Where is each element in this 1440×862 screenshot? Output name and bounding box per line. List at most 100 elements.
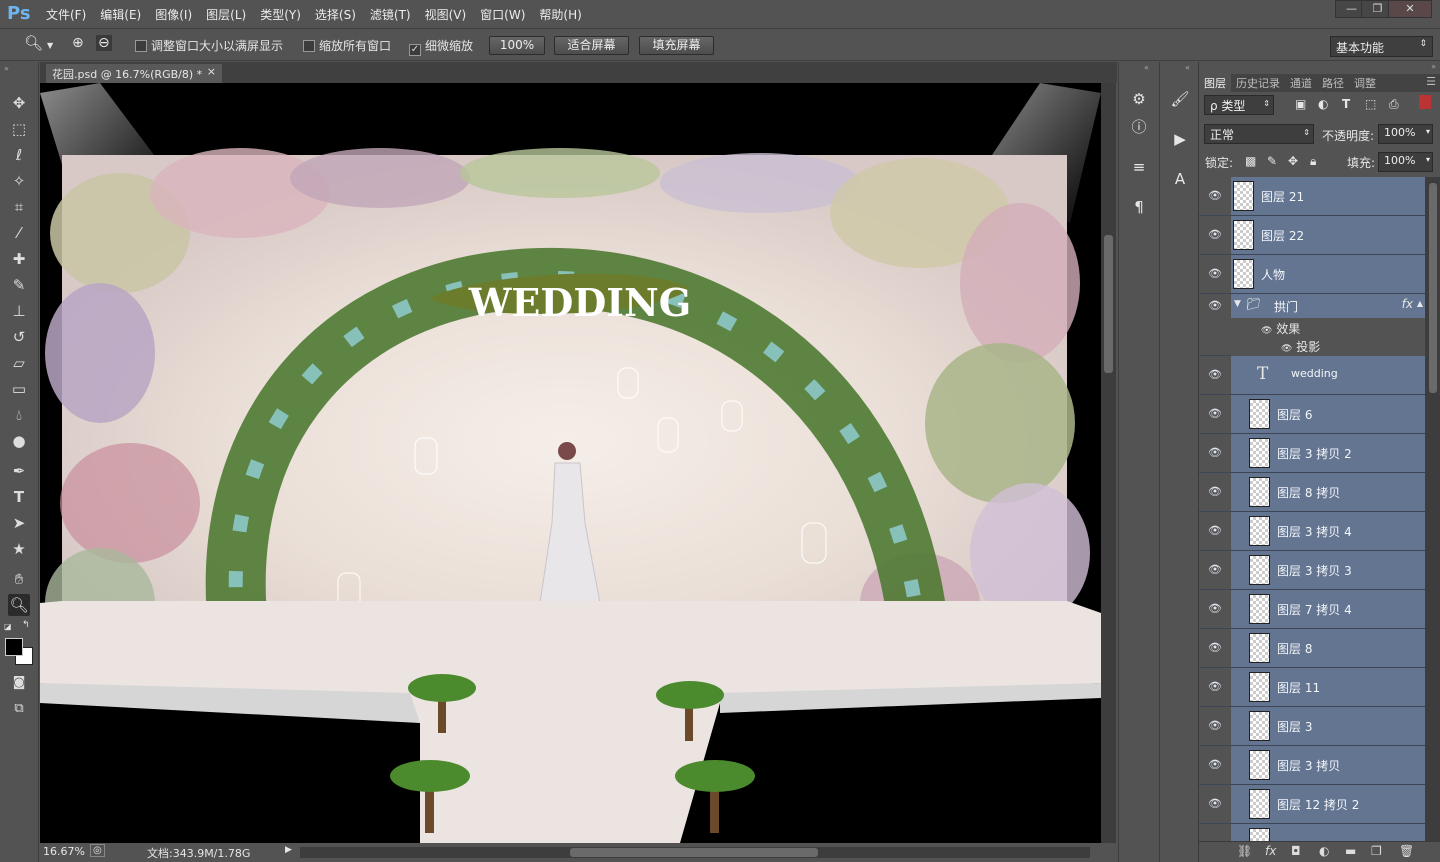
filter-adjustment-icon[interactable]: ◐ bbox=[1318, 97, 1328, 111]
drop-shadow-eye-icon[interactable]: 👁︎ bbox=[1281, 344, 1292, 354]
visibility-eye-icon[interactable]: 👁︎ bbox=[1208, 641, 1222, 654]
layer-row[interactable]: 👁︎ 人物 bbox=[1199, 255, 1425, 294]
visibility-eye-icon[interactable]: 👁︎ bbox=[1208, 446, 1222, 459]
canvas-area[interactable]: WEDDING bbox=[40, 83, 1101, 843]
opacity-arrow-icon[interactable]: ▾ bbox=[1426, 127, 1430, 136]
menu-edit[interactable]: 编辑(E) bbox=[100, 6, 141, 23]
filter-smart-object-icon[interactable]: ⎙ bbox=[1389, 97, 1399, 112]
pen-tool-icon[interactable]: ✒ bbox=[8, 460, 30, 482]
blend-mode-select[interactable]: 正常 ⇕ bbox=[1204, 124, 1314, 144]
menu-select[interactable]: 选择(S) bbox=[315, 6, 356, 23]
scrubby-zoom-option[interactable]: ✓ 细微缩放 bbox=[409, 37, 473, 56]
menu-view[interactable]: 视图(V) bbox=[425, 6, 467, 23]
character-icon[interactable]: A bbox=[1169, 168, 1191, 190]
layer-row[interactable]: 👁︎ 图层 11 bbox=[1199, 668, 1425, 707]
tab-layers[interactable]: 图层 bbox=[1199, 74, 1231, 92]
visibility-eye-icon[interactable]: 👁︎ bbox=[1208, 189, 1222, 202]
eraser-tool-icon[interactable]: ▱ bbox=[8, 352, 30, 374]
zoom-tool-icon[interactable]: 🔍︎ bbox=[24, 34, 43, 52]
lasso-tool-icon[interactable]: ℓ bbox=[8, 144, 30, 166]
brush-presets-icon[interactable]: 🖌︎ bbox=[1169, 88, 1191, 110]
gradient-tool-icon[interactable]: ▭ bbox=[8, 378, 30, 400]
layer-row[interactable]: 👁︎ 图层 7 拷贝 4 bbox=[1199, 590, 1425, 629]
fill-field[interactable]: 100% ▾ bbox=[1378, 152, 1433, 172]
resize-windows-checkbox[interactable] bbox=[135, 40, 147, 52]
filter-pixel-icon[interactable]: ▣ bbox=[1295, 97, 1306, 111]
tab-history[interactable]: 历史记录 bbox=[1231, 74, 1285, 92]
menu-image[interactable]: 图像(I) bbox=[155, 6, 192, 23]
brush-tool-icon[interactable]: ✎ bbox=[8, 274, 30, 296]
fill-arrow-icon[interactable]: ▾ bbox=[1426, 155, 1430, 164]
layer-row[interactable]: 👁︎ 图层 6 bbox=[1199, 395, 1425, 434]
zoom-all-option[interactable]: 缩放所有窗口 bbox=[303, 37, 391, 54]
add-style-icon[interactable]: fx bbox=[1265, 844, 1276, 858]
visibility-eye-icon[interactable]: 👁︎ bbox=[1208, 524, 1222, 537]
visibility-eye-icon[interactable]: 👁︎ bbox=[1208, 299, 1222, 312]
visibility-eye-icon[interactable]: 👁︎ bbox=[1208, 563, 1222, 576]
menu-help[interactable]: 帮助(H) bbox=[539, 6, 581, 23]
visibility-eye-icon[interactable]: 👁︎ bbox=[1208, 602, 1222, 615]
new-adjustment-icon[interactable]: ◐ bbox=[1319, 844, 1329, 858]
zoom-100-button[interactable]: 100% bbox=[489, 36, 545, 55]
tab-paths[interactable]: 路径 bbox=[1317, 74, 1349, 92]
actions-play-icon[interactable]: ▶ bbox=[1169, 128, 1191, 150]
lock-transparent-icon[interactable]: ▩ bbox=[1245, 154, 1256, 168]
layers-scroll-thumb[interactable] bbox=[1429, 183, 1437, 393]
info-icon[interactable]: ⓘ bbox=[1128, 116, 1150, 138]
link-layers-icon[interactable]: ⛓ bbox=[1237, 844, 1252, 858]
layer-filter-select[interactable]: ρ 类型 ⇕ bbox=[1204, 95, 1274, 115]
layer-row[interactable]: 👁︎ 图层 21 bbox=[1199, 177, 1425, 216]
fx-expand-icon[interactable]: ▲ bbox=[1417, 299, 1423, 308]
close-window-button[interactable]: ✕ bbox=[1388, 0, 1432, 18]
dodge-tool-icon[interactable]: ● bbox=[8, 430, 30, 452]
add-mask-icon[interactable]: ◘ bbox=[1291, 844, 1301, 858]
panel-collapse-icon[interactable]: » bbox=[1431, 62, 1436, 71]
status-menu-arrow-icon[interactable]: ▶ bbox=[285, 845, 292, 855]
visibility-eye-icon[interactable]: 👁︎ bbox=[1208, 228, 1222, 241]
menu-layer[interactable]: 图层(L) bbox=[206, 6, 246, 23]
document-tab[interactable]: 花园.psd @ 16.7%(RGB/8) * × bbox=[46, 64, 222, 83]
layer-row[interactable]: 👁︎ Twedding bbox=[1199, 356, 1425, 395]
zoom-all-checkbox[interactable] bbox=[303, 40, 315, 52]
tab-adjustments[interactable]: 调整 bbox=[1349, 74, 1381, 92]
zoom-tool-active-icon[interactable]: 🔍︎ bbox=[8, 594, 30, 616]
adjustments-icon[interactable]: ≡ bbox=[1128, 156, 1150, 178]
visibility-eye-icon[interactable]: 👁︎ bbox=[1208, 368, 1222, 381]
menu-filter[interactable]: 滤镜(T) bbox=[370, 6, 411, 23]
menu-file[interactable]: 文件(F) bbox=[46, 6, 86, 23]
canvas-vertical-scrollbar[interactable] bbox=[1101, 83, 1116, 843]
dock-collapse-icon[interactable]: « bbox=[1144, 63, 1149, 72]
visibility-eye-icon[interactable]: 👁︎ bbox=[1208, 267, 1222, 280]
shape-tool-icon[interactable]: ★ bbox=[8, 538, 30, 560]
menu-type[interactable]: 类型(Y) bbox=[260, 6, 301, 23]
layer-row[interactable]: 👁︎ 图层 3 bbox=[1199, 707, 1425, 746]
navigator-icon[interactable]: ⚙ bbox=[1128, 88, 1150, 110]
path-selection-tool-icon[interactable]: ➤ bbox=[8, 512, 30, 534]
layers-scrollbar[interactable] bbox=[1425, 177, 1440, 842]
visibility-eye-icon[interactable]: 👁︎ bbox=[1208, 680, 1222, 693]
effects-row[interactable]: 👁︎ 效果 bbox=[1261, 320, 1300, 337]
tab-channels[interactable]: 通道 bbox=[1285, 74, 1317, 92]
layer-group-row[interactable]: 👁︎ ▼ 📁︎ 拱门 fx ▲ 👁︎ 效果 👁︎ 投影 bbox=[1199, 294, 1425, 356]
layer-row[interactable]: 👁︎ 图层 22 bbox=[1199, 216, 1425, 255]
lock-position-icon[interactable]: ✥ bbox=[1288, 154, 1298, 168]
panel-menu-icon[interactable]: ☰ bbox=[1421, 74, 1440, 92]
paragraph-icon[interactable]: ¶ bbox=[1128, 196, 1150, 218]
layer-row[interactable]: 👁︎ 图层 3 拷贝 3 bbox=[1199, 551, 1425, 590]
lock-all-icon[interactable]: 🔒︎ bbox=[1310, 154, 1316, 169]
eyedropper-tool-icon[interactable]: ⁄ bbox=[8, 222, 30, 244]
filter-shape-icon[interactable]: ⬚ bbox=[1365, 97, 1376, 111]
crop-tool-icon[interactable]: ⌗ bbox=[8, 196, 30, 218]
visibility-eye-icon[interactable]: 👁︎ bbox=[1208, 797, 1222, 810]
layer-row[interactable]: 👁︎ 图层 12 拷贝 2 bbox=[1199, 785, 1425, 824]
layer-row-partial[interactable] bbox=[1199, 824, 1425, 842]
canvas-horizontal-scrollbar[interactable] bbox=[300, 847, 1090, 858]
filter-type-icon[interactable]: T bbox=[1342, 97, 1350, 111]
zoom-in-icon[interactable]: ⊕ bbox=[72, 35, 84, 51]
menu-window[interactable]: 窗口(W) bbox=[480, 6, 525, 23]
move-tool-icon[interactable]: ✥ bbox=[8, 92, 30, 114]
visibility-eye-icon[interactable]: 👁︎ bbox=[1208, 407, 1222, 420]
resize-windows-option[interactable]: 调整窗口大小以满屏显示 bbox=[135, 37, 283, 54]
scrubby-zoom-checkbox[interactable]: ✓ bbox=[409, 44, 421, 56]
fill-screen-button[interactable]: 填充屏幕 bbox=[639, 36, 714, 55]
